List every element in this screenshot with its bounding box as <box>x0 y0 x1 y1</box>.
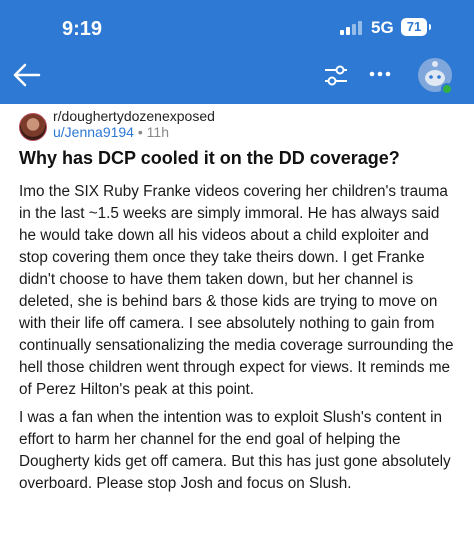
post-body-paragraph: Imo the SIX Ruby Franke videos covering … <box>19 183 454 398</box>
post-body-paragraph: I was a fan when the intention was to ex… <box>19 409 451 492</box>
top-bar: 9:19 5G 71 <box>0 0 474 104</box>
sliders-icon <box>325 65 347 86</box>
post-title: Why has DCP cooled it on the DD coverage… <box>19 148 400 168</box>
subreddit-avatar[interactable] <box>19 113 47 141</box>
more-options-button[interactable] <box>368 64 392 84</box>
signal-icon <box>340 21 364 35</box>
status-time: 9:19 <box>62 18 103 40</box>
post-author[interactable]: u/Jenna9194 <box>53 124 134 140</box>
post-content: r/doughertydozenexposed u/Jenna9194 • 11… <box>0 104 474 550</box>
post-age: 11h <box>146 124 169 140</box>
subreddit-name[interactable]: r/doughertydozenexposed <box>53 108 215 124</box>
arrow-left-icon <box>13 63 41 87</box>
network-label: 5G <box>371 18 394 37</box>
back-button[interactable] <box>12 62 42 88</box>
filter-button[interactable] <box>322 62 350 88</box>
battery-icon: 71 <box>401 18 431 36</box>
meta-separator: • <box>137 124 143 140</box>
snoo-avatar-icon <box>418 58 453 95</box>
post-meta: u/Jenna9194 • 11h <box>53 124 169 140</box>
more-dots-icon <box>369 71 391 77</box>
user-avatar[interactable] <box>413 55 457 97</box>
